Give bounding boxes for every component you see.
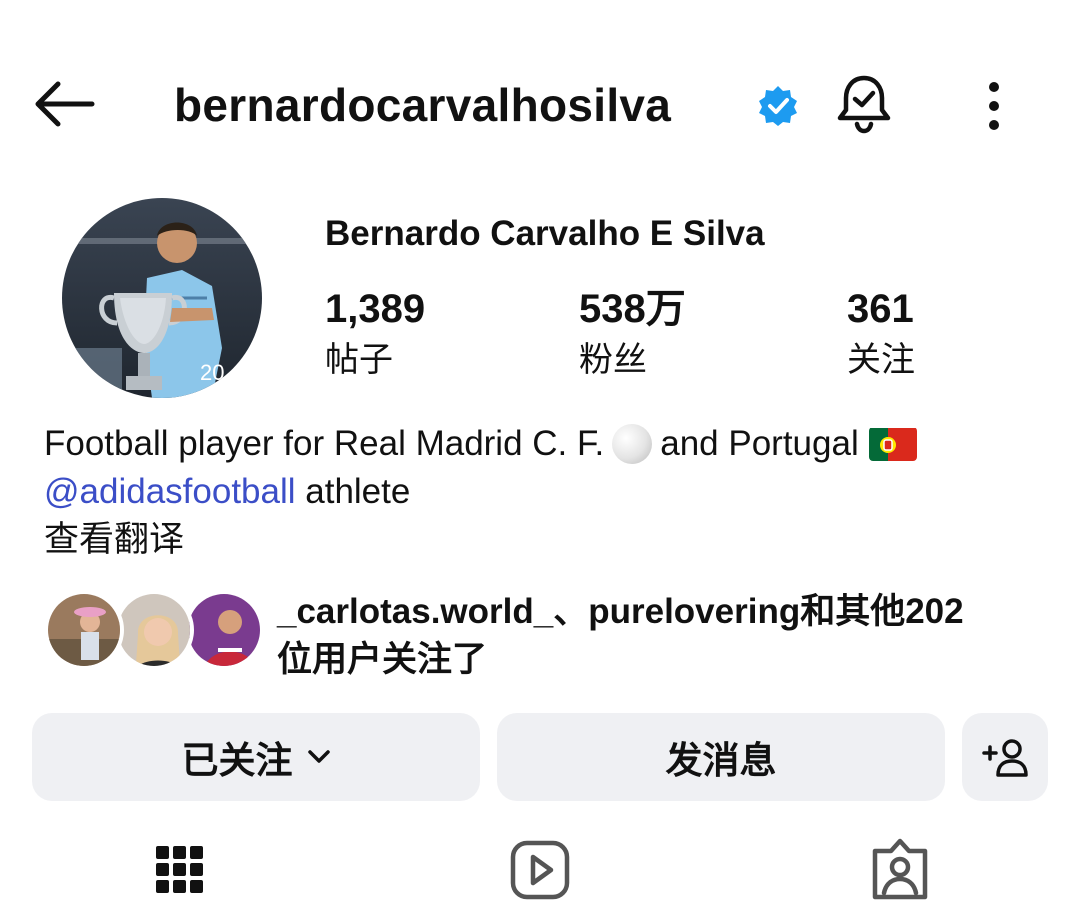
- tab-tagged[interactable]: [860, 834, 940, 906]
- profile-tabs: [0, 830, 1080, 922]
- posts-count: 1,389: [325, 287, 426, 331]
- followers-count: 538万: [579, 287, 686, 331]
- grid-icon: [156, 846, 203, 893]
- message-button[interactable]: 发消息: [497, 713, 945, 801]
- mention-link[interactable]: @adidasfootball: [44, 468, 296, 516]
- stat-posts[interactable]: 1,389 帖子: [325, 286, 425, 382]
- stat-followers[interactable]: 538万 粉丝: [579, 286, 686, 382]
- posts-label: 帖子: [325, 341, 393, 379]
- profile-username: bernardocarvalhosilva: [174, 79, 672, 131]
- following-count: 361: [847, 287, 914, 331]
- back-button[interactable]: [28, 74, 100, 134]
- profile-full-name: Bernardo Carvalho E Silva: [325, 214, 765, 253]
- followed-by-text: _carlotas.world_、purelovering和其他202 位用户关…: [277, 588, 964, 684]
- message-button-label: 发消息: [665, 740, 777, 781]
- svg-text:20: 20: [200, 360, 224, 385]
- more-vertical-icon: [989, 82, 999, 130]
- bell-check-icon: [837, 75, 891, 134]
- followers-label: 粉丝: [579, 341, 647, 379]
- followed-by-line-2: 位用户关注了: [277, 640, 488, 679]
- reels-icon: [510, 840, 570, 900]
- tab-reels[interactable]: [500, 834, 580, 906]
- translate-link[interactable]: 查看翻译: [44, 516, 1044, 564]
- stat-following[interactable]: 361 关注: [847, 286, 915, 382]
- notifications-button[interactable]: [832, 72, 896, 136]
- bio-line-1: Football player for Real Madrid C. F. an…: [44, 420, 1044, 468]
- verified-badge-icon: [759, 86, 797, 126]
- follower-avatar: [184, 590, 264, 670]
- football-emoji-icon: [612, 424, 653, 464]
- following-button[interactable]: 已关注: [32, 713, 480, 801]
- more-options-button[interactable]: [972, 74, 1016, 138]
- tagged-icon: [872, 838, 928, 900]
- following-button-label: 已关注: [181, 740, 293, 781]
- bio-text-portugal: and Portugal: [660, 424, 859, 463]
- add-user-icon: [982, 739, 1028, 777]
- bio-athlete: athlete: [295, 472, 411, 511]
- add-user-button[interactable]: [962, 713, 1048, 801]
- top-bar: bernardocarvalhosilva: [0, 60, 1080, 150]
- profile-avatar[interactable]: 20: [62, 198, 262, 398]
- follower-avatar: [44, 590, 124, 670]
- portugal-flag-icon: [868, 427, 917, 461]
- chevron-down-icon: [307, 749, 331, 765]
- followed-by-section[interactable]: _carlotas.world_、purelovering和其他202 位用户关…: [44, 588, 1044, 679]
- tab-posts-grid[interactable]: [140, 834, 220, 906]
- profile-bio: Football player for Real Madrid C. F. an…: [44, 420, 1044, 564]
- back-arrow-icon: [35, 81, 95, 127]
- following-label: 关注: [847, 341, 915, 379]
- bio-line-2: @adidasfootball athlete: [44, 468, 1044, 516]
- followed-by-line-1: _carlotas.world_、purelovering和其他202: [277, 592, 964, 631]
- bio-text: Football player for Real Madrid C. F.: [44, 424, 605, 463]
- follower-avatar: [114, 590, 194, 670]
